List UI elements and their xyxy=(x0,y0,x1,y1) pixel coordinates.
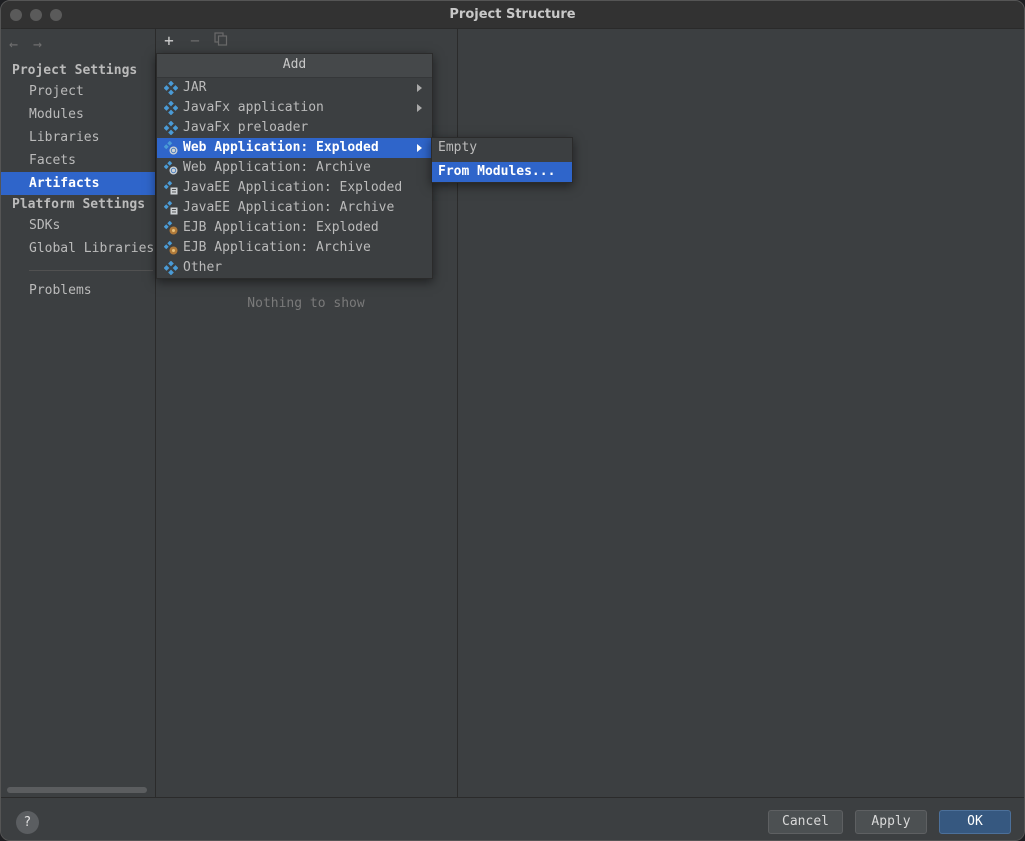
sidebar-item-artifacts[interactable]: Artifacts xyxy=(1,172,155,195)
web-artifact-icon xyxy=(163,140,178,155)
artifact-icon xyxy=(163,260,179,276)
project-structure-window: Project Structure ← → Project Settings Pr… xyxy=(0,0,1025,841)
artifact-icon xyxy=(163,100,179,116)
add-menu-item-label: JavaFx application xyxy=(183,100,324,115)
title-bar: Project Structure xyxy=(1,1,1024,29)
ok-button[interactable]: OK xyxy=(939,810,1011,834)
window-title: Project Structure xyxy=(449,7,576,22)
dialog-footer: ? Cancel Apply OK xyxy=(1,797,1024,840)
add-menu-item-ejb-application-archive[interactable]: EJB Application: Archive xyxy=(157,238,432,258)
navigation-arrows: ← → xyxy=(9,35,57,53)
ejb-artifact-icon xyxy=(163,240,178,255)
add-menu-item-label: Web Application: Archive xyxy=(183,160,371,175)
web-artifact-icon xyxy=(163,160,178,175)
add-menu-item-javafx-application[interactable]: JavaFx application xyxy=(157,98,432,118)
plus-icon[interactable]: + xyxy=(160,31,178,51)
submenu-arrow-icon xyxy=(417,144,422,152)
sidebar-item-project[interactable]: Project xyxy=(1,80,155,103)
sidebar-item-modules[interactable]: Modules xyxy=(1,103,155,126)
web-exploded-submenu: Empty From Modules... xyxy=(431,137,573,183)
add-menu-item-web-application-exploded[interactable]: Web Application: Exploded xyxy=(157,138,432,158)
sidebar-item-sdks[interactable]: SDKs xyxy=(1,214,155,237)
forward-arrow-icon[interactable]: → xyxy=(33,35,57,53)
project-settings-header: Project Settings xyxy=(12,63,138,78)
submenu-arrow-icon xyxy=(417,84,422,92)
artifact-icon xyxy=(163,80,179,96)
submenu-arrow-icon xyxy=(417,104,422,112)
javaee-artifact-icon xyxy=(163,180,178,195)
help-button[interactable]: ? xyxy=(16,811,39,834)
ejb-artifact-icon xyxy=(163,220,178,235)
add-menu-item-label: JavaFx preloader xyxy=(183,120,309,135)
settings-sidebar: ← → Project Settings Project Modules Libr… xyxy=(1,29,156,797)
artifact-icon xyxy=(163,120,179,136)
add-menu-title: Add xyxy=(157,54,432,78)
add-menu-item-javaee-application-exploded[interactable]: JavaEE Application: Exploded xyxy=(157,178,432,198)
platform-settings-header: Platform Settings xyxy=(12,197,146,212)
add-menu-item-javaee-application-archive[interactable]: JavaEE Application: Archive xyxy=(157,198,432,218)
add-menu-item-jar[interactable]: JAR xyxy=(157,78,432,98)
sidebar-item-facets[interactable]: Facets xyxy=(1,149,155,172)
cancel-button[interactable]: Cancel xyxy=(768,810,843,834)
add-menu-item-label: EJB Application: Archive xyxy=(183,240,371,255)
submenu-item-from-modules[interactable]: From Modules... xyxy=(432,162,572,182)
copy-icon[interactable] xyxy=(212,31,230,51)
add-menu-item-label: Web Application: Exploded xyxy=(183,140,379,155)
add-menu-item-label: Other xyxy=(183,260,223,275)
add-menu-item-web-application-archive[interactable]: Web Application: Archive xyxy=(157,158,432,178)
add-menu-item-other[interactable]: Other xyxy=(157,258,432,278)
add-menu-item-label: JavaEE Application: Archive xyxy=(183,200,395,215)
empty-list-text: Nothing to show xyxy=(247,296,365,311)
apply-button[interactable]: Apply xyxy=(855,810,927,834)
add-menu-item-label: JAR xyxy=(183,80,207,95)
sidebar-item-problems[interactable]: Problems xyxy=(1,279,155,302)
add-menu-item-label: EJB Application: Exploded xyxy=(183,220,379,235)
artifacts-toolbar: + − xyxy=(156,29,457,53)
javaee-artifact-icon xyxy=(163,200,178,215)
submenu-item-empty[interactable]: Empty xyxy=(432,138,572,158)
sidebar-item-libraries[interactable]: Libraries xyxy=(1,126,155,149)
sidebar-divider xyxy=(29,270,153,271)
minus-icon[interactable]: − xyxy=(186,31,204,51)
add-menu-item-ejb-application-exploded[interactable]: EJB Application: Exploded xyxy=(157,218,432,238)
back-arrow-icon[interactable]: ← xyxy=(9,35,33,53)
add-menu-item-javafx-preloader[interactable]: JavaFx preloader xyxy=(157,118,432,138)
add-menu-item-label: JavaEE Application: Exploded xyxy=(183,180,403,195)
add-artifact-menu: Add JAR JavaFx application JavaFx preloade… xyxy=(156,53,433,279)
sidebar-horizontal-scrollbar[interactable] xyxy=(7,787,147,793)
sidebar-item-global-libraries[interactable]: Global Libraries xyxy=(1,237,155,260)
